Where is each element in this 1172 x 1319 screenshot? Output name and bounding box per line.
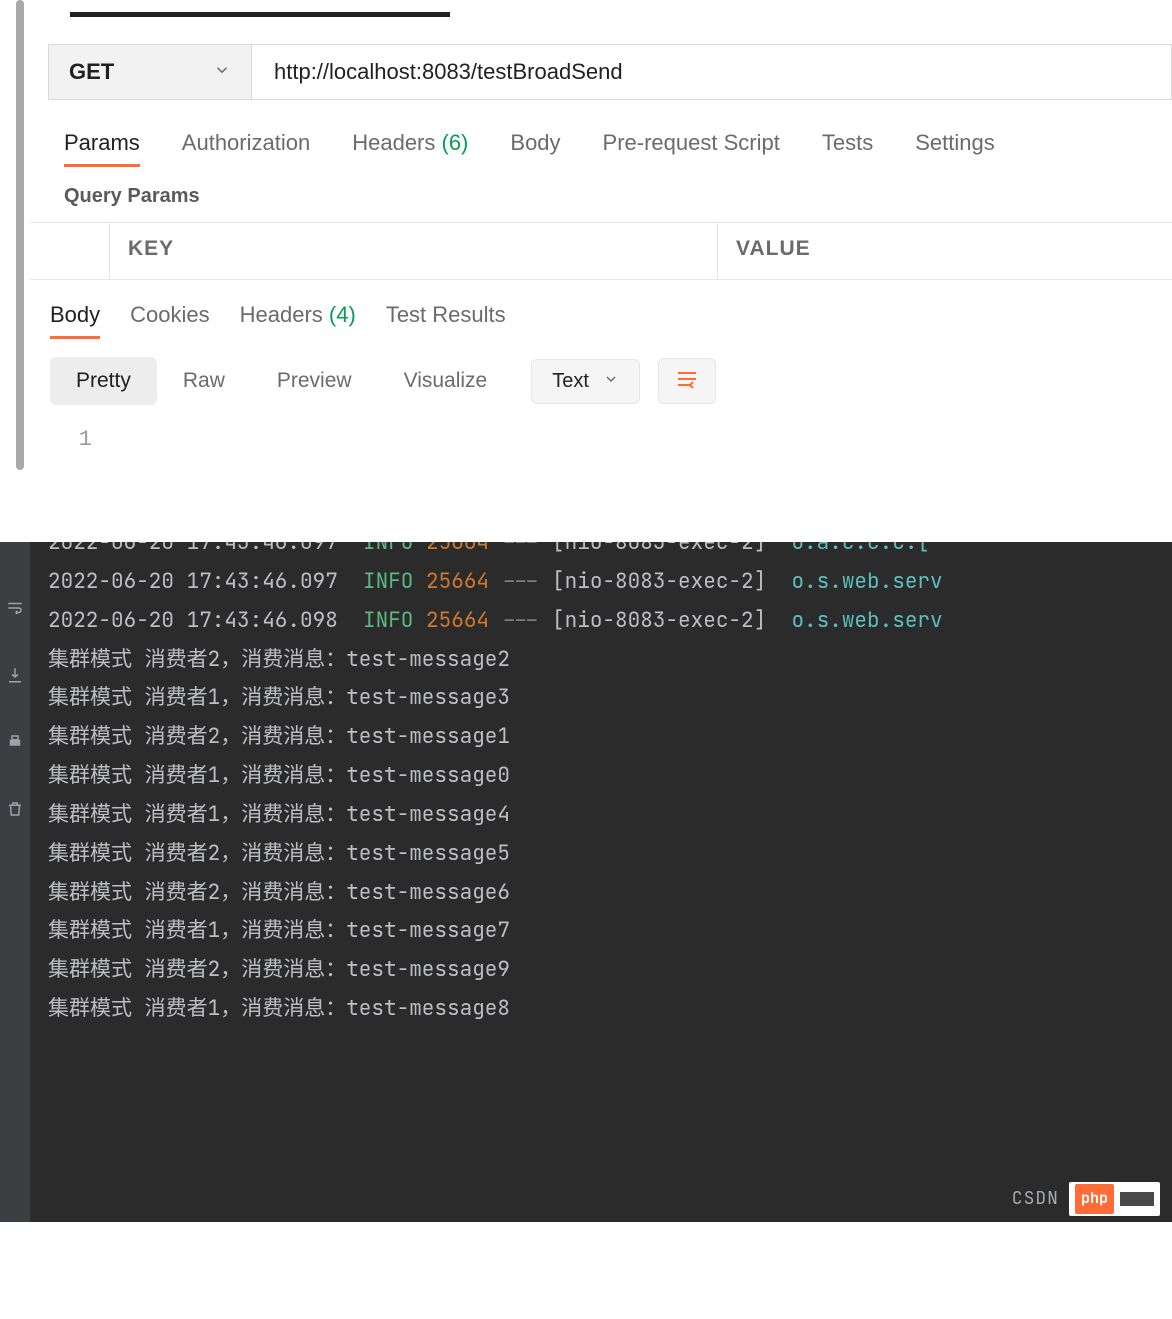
console-message-line: 集群模式 消费者1，消费消息：test-message8	[48, 990, 1172, 1029]
resp-tab-body[interactable]: Body	[50, 302, 100, 339]
console-message-line: 集群模式 消费者1，消费消息：test-message4	[48, 796, 1172, 835]
tab-headers-label: Headers	[352, 130, 435, 155]
console-message-line: 集群模式 消费者2，消费消息：test-message9	[48, 951, 1172, 990]
resp-tab-cookies[interactable]: Cookies	[130, 302, 209, 339]
query-params-key-header[interactable]: KEY	[110, 223, 718, 279]
wrap-text-button[interactable]	[658, 358, 716, 404]
soft-wrap-icon[interactable]	[6, 592, 24, 631]
format-select[interactable]: Text	[531, 359, 640, 404]
watermark-cn-block	[1120, 1192, 1154, 1206]
console-message-line: 集群模式 消费者2，消费消息：test-message5	[48, 835, 1172, 874]
console-message-line: 集群模式 消费者2，消费消息：test-message1	[48, 718, 1172, 757]
tab-headers[interactable]: Headers (6)	[352, 130, 468, 167]
request-title-obscured	[30, 0, 1172, 44]
chevron-down-icon	[213, 59, 231, 85]
view-raw-button[interactable]: Raw	[157, 357, 251, 405]
resp-tab-headers[interactable]: Headers (4)	[240, 302, 356, 339]
format-select-label: Text	[552, 370, 589, 393]
view-mode-row: Pretty Raw Preview Visualize Text	[30, 339, 1172, 405]
console-message-line: 集群模式 消费者1，消费消息：test-message3	[48, 679, 1172, 718]
resp-tab-test-results[interactable]: Test Results	[386, 302, 506, 339]
request-row: GET	[30, 44, 1172, 100]
console-sidebar	[0, 542, 30, 1222]
left-scrollbar[interactable]	[16, 0, 24, 470]
console-message-line: 集群模式 消费者2，消费消息：test-message2	[48, 641, 1172, 680]
query-params-label: Query Params	[30, 167, 1172, 222]
console-message-line: 集群模式 消费者1，消费消息：test-message0	[48, 757, 1172, 796]
print-icon[interactable]	[6, 726, 24, 765]
watermark-php-text: php	[1075, 1184, 1114, 1214]
view-mode-segment: Pretty Raw Preview Visualize	[50, 357, 513, 405]
console-log-line: 2022-06-20 17:43:46.097 INFO 25664 --- […	[48, 542, 1172, 563]
query-params-table: KEY VALUE	[30, 222, 1172, 280]
line-number: 1	[30, 427, 126, 452]
tab-authorization[interactable]: Authorization	[182, 130, 310, 167]
download-icon[interactable]	[6, 659, 24, 698]
tab-tests[interactable]: Tests	[822, 130, 873, 167]
query-params-checkbox-column[interactable]	[30, 223, 110, 279]
trash-icon[interactable]	[6, 793, 24, 832]
console-message-line: 集群模式 消费者1，消费消息：test-message7	[48, 912, 1172, 951]
view-pretty-button[interactable]: Pretty	[50, 357, 157, 405]
console-log-line: 2022-06-20 17:43:46.098 INFO 25664 --- […	[48, 602, 1172, 641]
resp-tab-headers-label: Headers	[240, 302, 323, 327]
console-lines[interactable]: 2022-06-20 17:43:46.097 INFO 25664 --- […	[0, 542, 1172, 1029]
console-panel: 2022-06-20 17:43:46.097 INFO 25664 --- […	[0, 542, 1172, 1222]
tab-params[interactable]: Params	[64, 130, 140, 167]
tab-settings[interactable]: Settings	[915, 130, 995, 167]
watermark-php: php	[1069, 1182, 1160, 1216]
response-tabs: Body Cookies Headers (4) Test Results	[30, 280, 1172, 339]
resp-tab-headers-count: (4)	[329, 302, 356, 327]
tab-body[interactable]: Body	[510, 130, 560, 167]
console-message-line: 集群模式 消费者2，消费消息：test-message6	[48, 874, 1172, 913]
tab-prerequest[interactable]: Pre-request Script	[603, 130, 780, 167]
watermark: CSDN php	[1012, 1182, 1160, 1216]
url-input[interactable]	[252, 44, 1172, 100]
view-preview-button[interactable]: Preview	[251, 357, 378, 405]
watermark-csdn: CSDN	[1012, 1182, 1059, 1215]
request-tabs: Params Authorization Headers (6) Body Pr…	[30, 100, 1172, 167]
query-params-value-header[interactable]: VALUE	[718, 223, 1172, 279]
postman-panel: GET Params Authorization Headers (6) Bod…	[0, 0, 1172, 542]
response-body[interactable]: 1	[30, 405, 1172, 542]
tab-headers-count: (6)	[442, 130, 469, 155]
chevron-down-icon	[603, 370, 619, 393]
http-method-select[interactable]: GET	[48, 44, 252, 100]
http-method-label: GET	[69, 59, 114, 85]
view-visualize-button[interactable]: Visualize	[378, 357, 514, 405]
console-log-line: 2022-06-20 17:43:46.097 INFO 25664 --- […	[48, 563, 1172, 602]
wrap-icon	[675, 367, 699, 391]
